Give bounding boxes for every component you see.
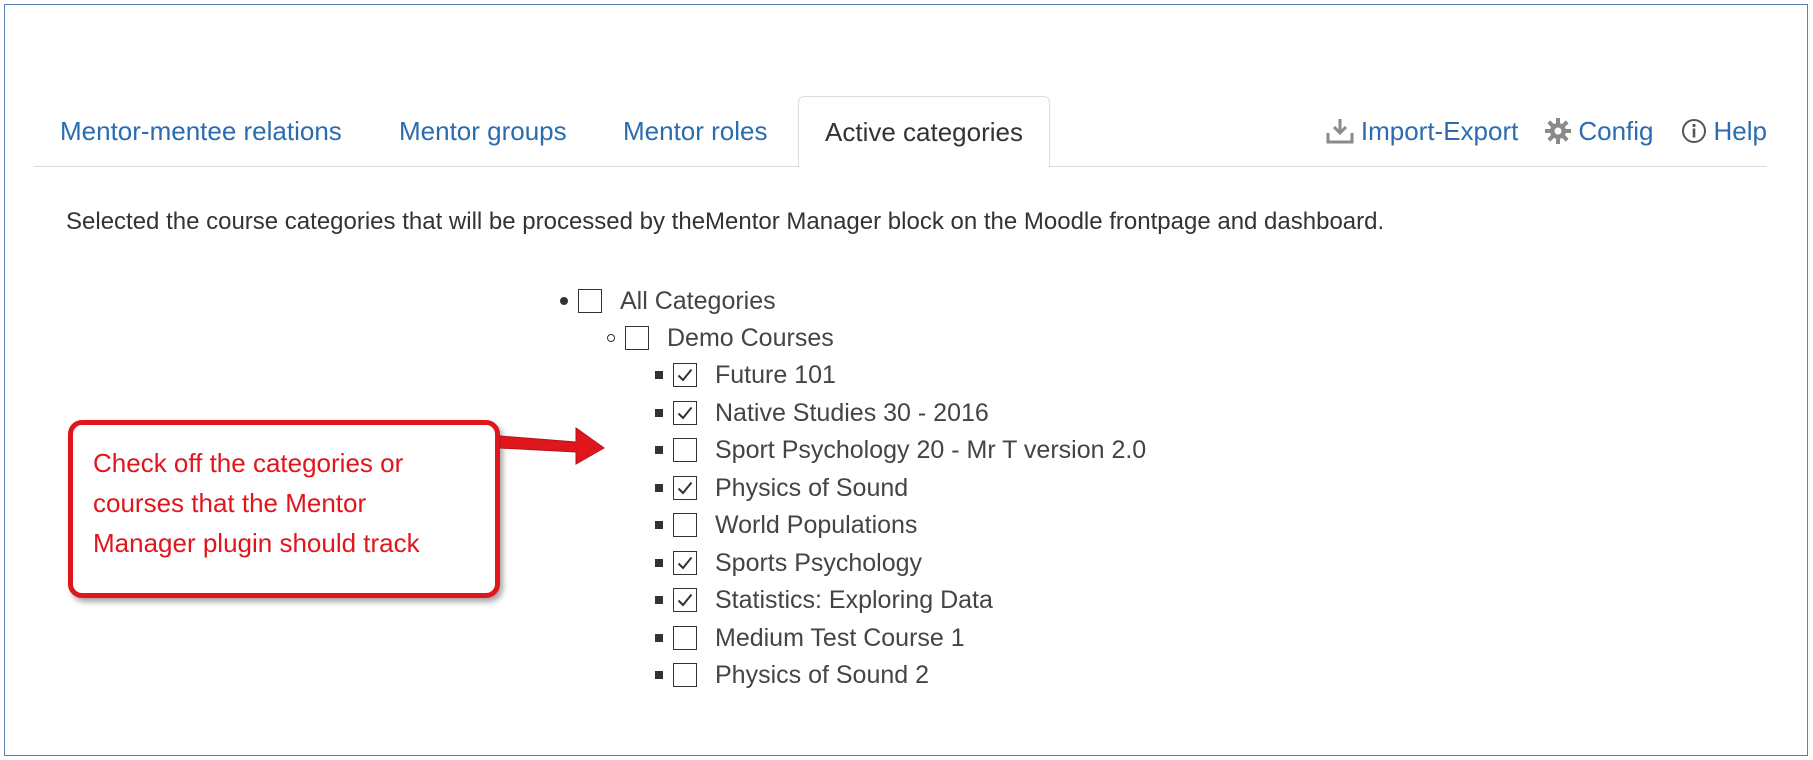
checkmark-icon <box>677 481 693 495</box>
tree-item-label: Sport Psychology 20 - Mr T version 2.0 <box>715 435 1147 464</box>
tree-item-course: World Populations <box>655 508 917 542</box>
tree-item-label: Demo Courses <box>667 323 834 352</box>
square-bullet-icon <box>655 521 663 529</box>
course-checkbox[interactable] <box>673 588 697 612</box>
gear-icon <box>1545 118 1572 144</box>
tree-item-label: Future 101 <box>715 360 836 389</box>
tree-item-course: Sports Psychology <box>655 546 922 580</box>
tab-mentor-groups[interactable]: Mentor groups <box>399 96 567 166</box>
checkmark-icon <box>677 556 693 570</box>
square-bullet-icon <box>655 409 663 417</box>
square-bullet-icon <box>655 671 663 679</box>
all-categories-checkbox[interactable] <box>578 289 602 313</box>
download-icon <box>1326 119 1354 144</box>
config-link[interactable]: Config <box>1544 115 1654 147</box>
tree-item-course: Sport Psychology 20 - Mr T version 2.0 <box>655 433 1146 467</box>
course-checkbox[interactable] <box>673 363 697 387</box>
disc-bullet-icon <box>560 297 568 305</box>
course-checkbox[interactable] <box>673 551 697 575</box>
tree-item-all-categories: All Categories <box>560 284 776 318</box>
annotation-callout: Check off the categories or courses that… <box>68 420 500 598</box>
import-export-link[interactable]: Import-Export <box>1325 115 1519 147</box>
course-checkbox[interactable] <box>673 626 697 650</box>
arrow-icon <box>499 427 605 465</box>
square-bullet-icon <box>655 634 663 642</box>
tree-item-label: Medium Test Course 1 <box>715 623 965 652</box>
course-checkbox[interactable] <box>673 513 697 537</box>
tab-mentor-mentee-relations[interactable]: Mentor-mentee relations <box>60 96 342 166</box>
course-checkbox[interactable] <box>673 438 697 462</box>
tab-mentor-roles[interactable]: Mentor roles <box>623 96 768 166</box>
info-icon <box>1681 119 1706 143</box>
tree-item-demo-courses: Demo Courses <box>607 321 834 355</box>
tree-item-course: Physics of Sound <box>655 471 908 505</box>
annotation-text: Check off the categories or courses that… <box>93 448 420 558</box>
header-links: Import-Export Config Help <box>1299 96 1767 166</box>
help-label: Help <box>1713 115 1767 146</box>
square-bullet-icon <box>655 446 663 454</box>
tree-item-label: All Categories <box>620 286 776 315</box>
tree-item-label: Native Studies 30 - 2016 <box>715 398 989 427</box>
tree-item-label: World Populations <box>715 510 918 539</box>
tree-item-label: Statistics: Exploring Data <box>715 585 993 614</box>
page-description: Selected the course categories that will… <box>66 208 1385 235</box>
circle-bullet-icon <box>607 334 615 342</box>
tree-item-course: Native Studies 30 - 2016 <box>655 396 989 430</box>
tab-active-categories[interactable]: Active categories <box>798 96 1050 169</box>
help-link[interactable]: Help <box>1680 116 1767 147</box>
square-bullet-icon <box>655 559 663 567</box>
checkmark-icon <box>677 593 693 607</box>
course-checkbox[interactable] <box>673 476 697 500</box>
tree-item-label: Physics of Sound <box>715 473 909 502</box>
course-checkbox[interactable] <box>673 401 697 425</box>
config-label: Config <box>1578 115 1654 146</box>
checkmark-icon <box>677 406 693 420</box>
checkmark-icon <box>677 368 693 382</box>
import-export-label: Import-Export <box>1360 115 1519 146</box>
tree-item-label: Sports Psychology <box>715 548 923 577</box>
tree-item-course: Statistics: Exploring Data <box>655 583 993 617</box>
tab-bar: Mentor-mentee relations Mentor groups Me… <box>34 96 1767 169</box>
square-bullet-icon <box>655 484 663 492</box>
tree-item-label: Physics of Sound 2 <box>715 660 930 689</box>
square-bullet-icon <box>655 596 663 604</box>
course-checkbox[interactable] <box>673 663 697 687</box>
tree-item-course: Medium Test Course 1 <box>655 621 965 655</box>
tree-item-course: Physics of Sound 2 <box>655 658 929 692</box>
tree-item-course: Future 101 <box>655 358 836 392</box>
square-bullet-icon <box>655 371 663 379</box>
demo-courses-checkbox[interactable] <box>625 326 649 350</box>
